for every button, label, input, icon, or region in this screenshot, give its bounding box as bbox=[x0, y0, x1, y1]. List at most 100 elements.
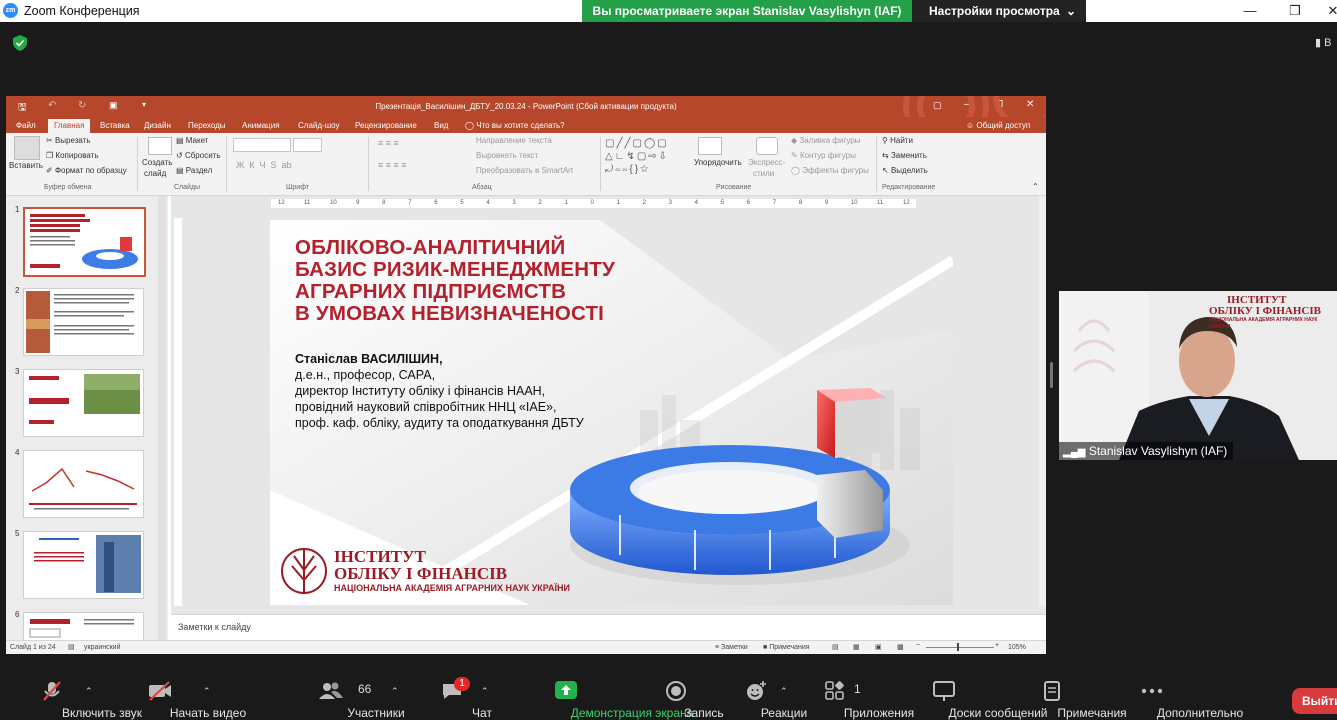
sorter-view-icon[interactable]: ▦ bbox=[853, 643, 860, 651]
audio-options-icon[interactable]: ⌃ bbox=[85, 686, 93, 697]
restore-icon[interactable]: ❐ bbox=[1280, 2, 1310, 20]
notes-toggle[interactable]: ≡ Заметки bbox=[715, 644, 748, 651]
comments-toggle[interactable]: ■ Примечания bbox=[763, 644, 810, 651]
divider bbox=[876, 137, 877, 191]
chat-options-icon[interactable]: ⌃ bbox=[481, 686, 489, 697]
tab-insert[interactable]: Вставка bbox=[100, 121, 130, 130]
align-text-button[interactable]: Выровнять текст bbox=[476, 151, 538, 160]
view-settings-button[interactable]: Настройки просмотра ⌄ bbox=[912, 0, 1086, 22]
font-name-select[interactable] bbox=[233, 138, 291, 152]
participant-video[interactable]: ІНСТИТУТ ОБЛІКУ І ФІНАНСІВ НАЦІОНАЛЬНА А… bbox=[1059, 291, 1337, 460]
zoom-out-icon[interactable]: − bbox=[916, 642, 920, 649]
ruler-tick-label: 7 bbox=[408, 200, 412, 206]
participants-button[interactable]: 66 Участники bbox=[306, 672, 405, 720]
slideshow-view-icon[interactable]: ▩ bbox=[897, 643, 904, 651]
format-painter-button[interactable]: ✐ Формат по образцу bbox=[46, 166, 127, 175]
new-slide-icon[interactable] bbox=[148, 137, 172, 155]
slide-thumbnail-3[interactable] bbox=[23, 369, 144, 437]
participants-options-icon[interactable]: ⌃ bbox=[391, 686, 399, 697]
find-button[interactable]: ⚲ Найти bbox=[882, 136, 913, 145]
quick-styles-label-2[interactable]: стили bbox=[753, 169, 774, 178]
align-buttons[interactable]: ≡ ≡ ≡ ≡ bbox=[378, 160, 407, 170]
security-shield-icon[interactable] bbox=[13, 35, 27, 51]
smartart-button[interactable]: Преобразовать в SmartArt bbox=[476, 166, 573, 175]
slide-thumbnail-2[interactable] bbox=[23, 288, 144, 356]
record-button[interactable]: Запись bbox=[648, 672, 724, 720]
cut-label: Вырезать bbox=[54, 136, 91, 145]
reading-view-icon[interactable]: ▣ bbox=[875, 643, 882, 651]
reset-button[interactable]: ↺ Сбросить bbox=[176, 151, 221, 160]
tab-view[interactable]: Вид bbox=[434, 121, 448, 130]
apps-button[interactable]: 1 Приложения bbox=[803, 672, 914, 720]
zoom-slider-thumb[interactable] bbox=[957, 643, 959, 651]
slide-thumbnail-1[interactable] bbox=[23, 207, 146, 277]
paste-button[interactable]: Вставить bbox=[9, 161, 43, 170]
section-button[interactable]: ▤ Раздел bbox=[176, 166, 212, 175]
reactions-button[interactable]: Реакции bbox=[728, 672, 807, 720]
shape-fill-label: Заливка фигуры bbox=[799, 136, 861, 145]
reactions-options-icon[interactable]: ⌃ bbox=[780, 686, 788, 697]
tab-slideshow[interactable]: Слайд-шоу bbox=[298, 121, 339, 130]
arrange-icon[interactable] bbox=[698, 137, 722, 155]
language-indicator[interactable]: украинский bbox=[84, 644, 121, 651]
zoom-slider[interactable] bbox=[926, 647, 994, 648]
tab-home[interactable]: Главная bbox=[48, 119, 91, 133]
copy-button[interactable]: ❐ Копировать bbox=[46, 151, 98, 160]
thumbnails-scrollbar[interactable] bbox=[158, 196, 166, 640]
layout-button[interactable]: ▤ Макет bbox=[176, 136, 208, 145]
video-options-icon[interactable]: ⌃ bbox=[203, 686, 211, 697]
shape-fill-button[interactable]: ◆ Заливка фигуры bbox=[791, 136, 860, 145]
minimize-icon[interactable]: — bbox=[1235, 2, 1265, 20]
tab-file[interactable]: Файл bbox=[16, 121, 36, 130]
chat-button[interactable]: 1 Чат bbox=[422, 672, 492, 720]
zoom-in-icon[interactable]: + bbox=[995, 642, 999, 649]
notes-pane[interactable]: Заметки к слайду bbox=[171, 614, 1046, 641]
clipboard-icon[interactable] bbox=[14, 136, 40, 160]
current-slide[interactable]: ОБЛІКОВО-АНАЛІТИЧНИЙ БАЗИС РИЗИК-МЕНЕДЖМ… bbox=[270, 220, 953, 605]
share-button[interactable]: ☺ Общий доступ bbox=[966, 121, 1030, 130]
notes-button[interactable]: Примечания bbox=[1012, 672, 1127, 720]
start-video-button[interactable]: Начать видео bbox=[112, 672, 246, 720]
list-buttons[interactable]: ≡ ≡ ≡ bbox=[378, 138, 399, 148]
more-button[interactable]: Дополнительно bbox=[1104, 672, 1243, 720]
text-direction-button[interactable]: Направление текста bbox=[476, 136, 552, 145]
shapes-gallery[interactable]: ▢╱╱▢◯▢ △∟↯▢⇨⇩ ⤾∾∾{}☆ bbox=[605, 137, 689, 177]
slide-thumbnail-5[interactable] bbox=[23, 531, 144, 599]
new-slide-label-1[interactable]: Создать bbox=[142, 158, 172, 167]
normal-view-icon[interactable]: ▤ bbox=[832, 643, 839, 651]
shape-outline-button[interactable]: ✎ Контур фигуры bbox=[791, 151, 856, 160]
slide-thumbnail-4[interactable] bbox=[23, 450, 144, 518]
share-screen-button[interactable]: Демонстрация экрана bbox=[500, 672, 693, 720]
zoom-level[interactable]: 105% bbox=[1008, 644, 1026, 651]
quick-styles-label-1[interactable]: Экспресс- bbox=[748, 158, 785, 167]
spellcheck-icon[interactable]: ▤ bbox=[68, 643, 75, 651]
select-button[interactable]: ↖ Выделить bbox=[882, 166, 928, 175]
tab-review[interactable]: Рецензирование bbox=[355, 121, 417, 130]
cut-button[interactable]: ✂ Вырезать bbox=[46, 136, 91, 145]
tab-transitions[interactable]: Переходы bbox=[188, 121, 226, 130]
quick-styles-icon[interactable] bbox=[756, 137, 778, 155]
collapse-ribbon-icon[interactable]: ⌃ bbox=[1032, 182, 1039, 191]
font-size-select[interactable] bbox=[293, 138, 322, 152]
tab-animation[interactable]: Анимация bbox=[242, 121, 280, 130]
notes-toggle-label: Заметки bbox=[721, 644, 748, 651]
section-label: Раздел bbox=[185, 166, 213, 175]
close-icon[interactable]: ✕ bbox=[1318, 2, 1337, 20]
arrange-button[interactable]: Упорядочить bbox=[694, 158, 742, 167]
thumbnail-preview bbox=[26, 291, 134, 353]
leave-button[interactable]: Выйти bbox=[1292, 688, 1337, 714]
slide-thumbnail-6[interactable] bbox=[23, 612, 144, 642]
share-label: Общий доступ bbox=[976, 121, 1031, 130]
slide-number: 1 bbox=[15, 205, 20, 214]
shape-effects-button[interactable]: ◯ Эффекты фигуры bbox=[791, 166, 869, 175]
tab-design[interactable]: Дизайн bbox=[144, 121, 171, 130]
whiteboards-button[interactable]: Доски сообщений bbox=[890, 672, 1048, 720]
paragraph-group-label: Абзац bbox=[472, 184, 492, 191]
side-panel-toggle[interactable]: ▮ В bbox=[1315, 36, 1331, 49]
tell-me-box[interactable]: ◯ Что вы хотите сделать? bbox=[465, 121, 565, 130]
font-format-buttons[interactable]: Ж К Ч S ab bbox=[236, 160, 292, 170]
replace-button[interactable]: ⇆ Заменить bbox=[882, 151, 927, 160]
editor-scrollbar[interactable] bbox=[1039, 196, 1046, 606]
new-slide-label-2[interactable]: слайд bbox=[144, 169, 166, 178]
panel-resize-handle[interactable] bbox=[1050, 362, 1053, 388]
